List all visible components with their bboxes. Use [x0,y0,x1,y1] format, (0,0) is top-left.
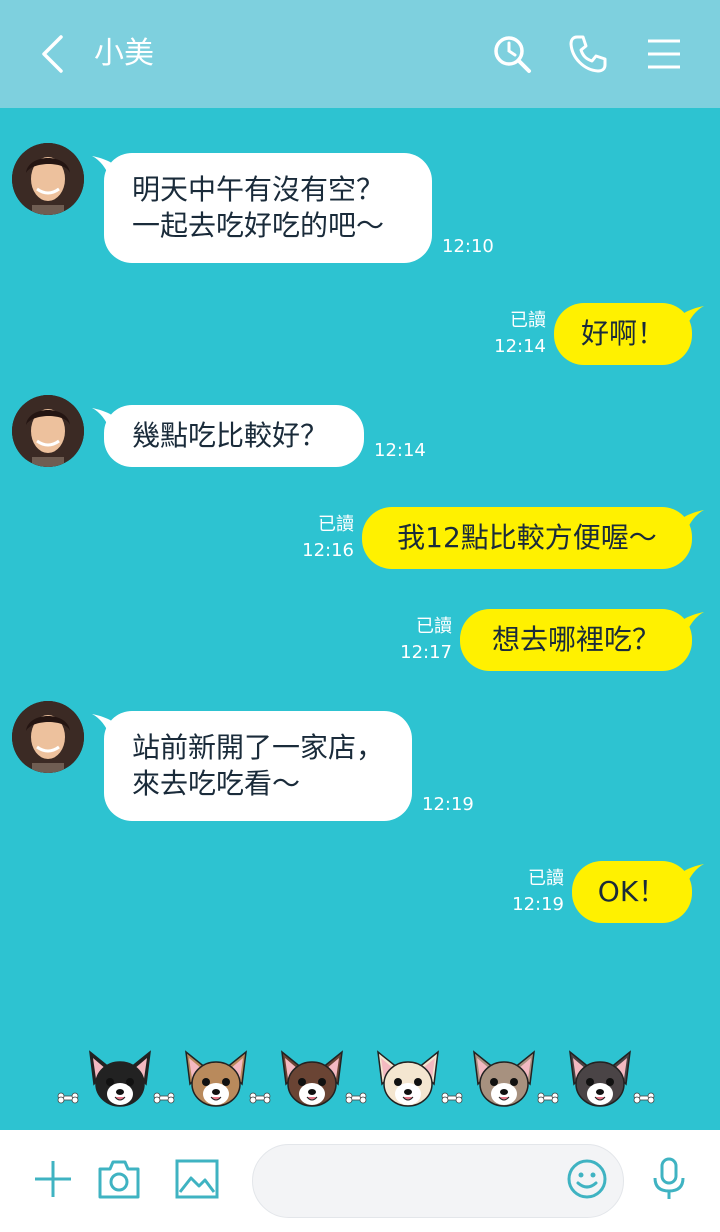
bubble-tail [676,510,704,532]
bone-icon [57,1092,79,1104]
bubble-tail [676,306,704,328]
message-text: 一起去吃好吃的吧～ [132,209,385,242]
image-button[interactable] [172,1154,222,1204]
bone-icon [633,1092,655,1104]
bone-icon [441,1092,463,1104]
chihuahua-face-icon [569,1050,631,1107]
bone-icon [537,1092,559,1104]
emoji-icon [567,1159,607,1199]
message-bubble-outgoing[interactable]: 想去哪裡吃？ [460,609,692,671]
avatar-image [12,701,84,773]
avatar-image [12,395,84,467]
bubble-tail [676,864,704,886]
message-text: OK！ [597,875,667,908]
image-icon [175,1159,219,1199]
chevron-left-icon [42,35,63,73]
message-bubble-outgoing[interactable]: OK！ [572,861,692,923]
read-receipt: 已讀 [416,616,452,637]
chat-title: 小美 [94,36,154,71]
menu-button[interactable] [642,30,686,78]
message-text: 站前新開了一家店， [132,731,385,764]
message-status: 已讀 12:19 [498,866,564,918]
menu-icon [648,39,680,69]
input-bar [0,1130,720,1232]
chat-header: 小美 [0,0,720,108]
message-time: 12:14 [494,336,546,357]
message-time: 12:19 [422,794,474,815]
message-bubble-incoming[interactable]: 站前新開了一家店， 來去吃吃看～ [104,711,412,821]
chihuahua-face-icon [89,1050,151,1107]
message-status: 已讀 12:17 [386,614,452,666]
microphone-button[interactable] [644,1154,694,1204]
read-receipt: 已讀 [510,310,546,331]
avatar[interactable] [12,143,84,215]
message-bubble-outgoing[interactable]: 好啊！ [554,303,692,365]
message-time: 12:14 [374,440,426,461]
read-receipt: 已讀 [318,514,354,535]
message-text: 幾點吃比較好？ [132,419,329,452]
chihuahua-face-icon [377,1050,439,1107]
message-text: 我12點比較方便喔～ [397,521,657,554]
microphone-icon [653,1157,685,1199]
search-button[interactable] [490,30,534,78]
bone-icon [153,1092,175,1104]
plus-button[interactable] [28,1154,78,1204]
message-time: 12:17 [400,642,452,663]
bone-icon [249,1092,271,1104]
message-bubble-incoming[interactable]: 明天中午有沒有空？ 一起去吃好吃的吧～ [104,153,432,263]
message-text: 明天中午有沒有空？ [132,173,385,206]
phone-icon [569,35,607,73]
avatar[interactable] [12,701,84,773]
bone-icon [345,1092,367,1104]
camera-icon [98,1160,140,1199]
plus-icon [35,1161,71,1197]
chihuahua-face-icon [473,1050,535,1107]
chihuahua-face-icon [185,1050,247,1107]
search-icon [494,36,531,73]
avatar[interactable] [12,395,84,467]
chihuahua-decoration [57,1050,655,1107]
avatar-image [12,143,84,215]
message-text: 來去吃吃看～ [132,767,301,800]
message-time: 12:19 [512,894,564,915]
emoji-button[interactable] [562,1154,612,1204]
message-time: 12:16 [302,540,354,561]
bubble-tail [676,612,704,634]
back-button[interactable] [30,30,74,78]
message-bubble-incoming[interactable]: 幾點吃比較好？ [104,405,364,467]
message-status: 已讀 12:14 [480,308,546,360]
message-text: 好啊！ [580,317,665,350]
message-status: 已讀 12:16 [288,512,354,564]
message-bubble-outgoing[interactable]: 我12點比較方便喔～ [362,507,692,569]
camera-button[interactable] [94,1154,144,1204]
message-text: 想去哪裡吃？ [491,623,660,656]
message-time: 12:10 [442,236,494,257]
read-receipt: 已讀 [528,868,564,889]
chihuahua-face-icon [281,1050,343,1107]
call-button[interactable] [566,30,610,78]
